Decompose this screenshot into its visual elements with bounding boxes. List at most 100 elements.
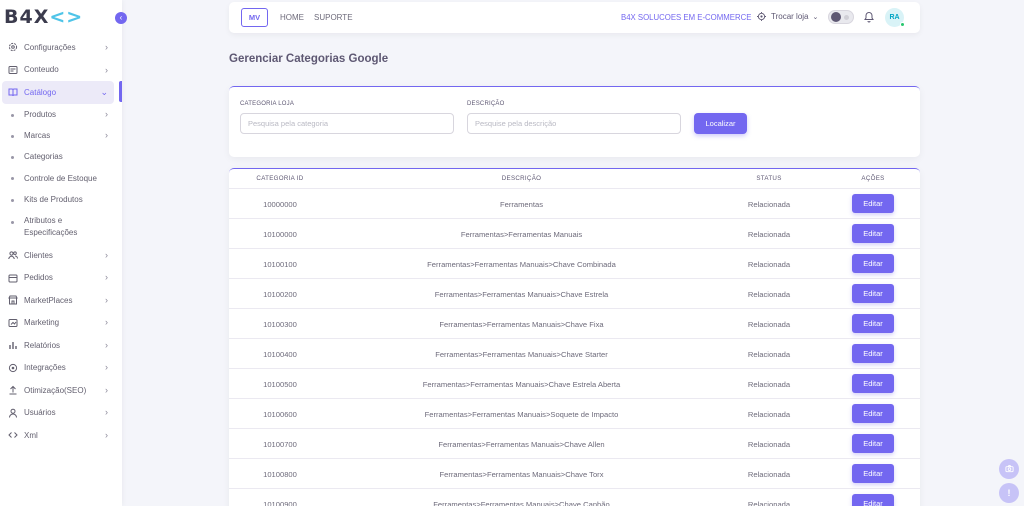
sidebar-subitem-label: Controle de Estoque	[24, 173, 97, 183]
sidebar-item-relat-rios[interactable]: Relatórios ›	[0, 334, 122, 357]
edit-button[interactable]: Editar	[852, 434, 894, 453]
gear-icon	[8, 42, 18, 52]
chevron-right-icon: ›	[105, 42, 108, 52]
edit-button[interactable]: Editar	[852, 224, 894, 243]
toggle-indicator	[844, 15, 849, 20]
sidebar-item-label: Conteudo	[24, 65, 59, 75]
sidebar: B4X<> Configurações › Conteudo › Catálogo ⌄ Pr…	[0, 0, 122, 506]
logo-text: B4X	[4, 6, 50, 28]
toggle-knob	[831, 12, 841, 22]
sidebar-menu: Configurações › Conteudo › Catálogo ⌄ Produtos…	[0, 36, 122, 446]
integration-icon	[8, 363, 18, 373]
chevron-right-icon: ›	[105, 384, 108, 395]
edit-button[interactable]: Editar	[852, 254, 894, 273]
sidebar-item-clientes[interactable]: Clientes ›	[0, 244, 122, 267]
nav-support-link[interactable]: SUPORTE	[314, 13, 353, 22]
chevron-right-icon: ›	[105, 64, 108, 75]
content-icon	[8, 65, 18, 75]
category-id-cell: 10100300	[263, 320, 297, 329]
status-cell: Relacionada	[747, 410, 791, 419]
edit-button[interactable]: Editar	[852, 404, 894, 423]
logo[interactable]: B4X<>	[4, 6, 83, 28]
switch-store-dropdown[interactable]: Trocar loja ⌄	[757, 12, 818, 21]
sidebar-item-label: Pedidos	[24, 273, 53, 283]
description-filter-label: DESCRIÇÃO	[467, 101, 505, 107]
top-navbar: MV HOME SUPORTE B4X SOLUCOES EM E-COMMER…	[229, 2, 920, 33]
theme-toggle[interactable]	[828, 10, 854, 24]
chevron-down-icon: ⌄	[812, 13, 819, 21]
sidebar-subitem[interactable]: Categorias	[0, 146, 122, 167]
sidebar-subitem-label: Marcas	[24, 130, 51, 140]
online-status-dot	[900, 22, 905, 27]
edit-button[interactable]: Editar	[852, 314, 894, 333]
sidebar-item-label: Catálogo	[24, 87, 57, 97]
description-cell: Ferramentas>Ferramentas Manuais>Chave Al…	[438, 440, 605, 449]
description-cell: Ferramentas>Ferramentas Manuais>Chave Co…	[427, 260, 616, 269]
edit-button[interactable]: Editar	[852, 344, 894, 363]
target-icon	[757, 12, 766, 21]
table-row: 10100500 Ferramentas>Ferramentas Manuais>…	[229, 369, 920, 399]
users-icon	[8, 250, 18, 260]
chevron-right-icon: ›	[105, 249, 108, 260]
sidebar-subitem[interactable]: Atributos e Especificações	[0, 210, 122, 244]
store-name: B4X SOLUCOES EM E-COMMERCE	[621, 13, 752, 22]
table-row: 10100700 Ferramentas>Ferramentas Manuais>…	[229, 429, 920, 459]
sidebar-item-xml[interactable]: Xml ›	[0, 424, 122, 447]
status-cell: Relacionada	[747, 500, 791, 506]
store-badge-button[interactable]: MV	[241, 8, 268, 27]
chevron-right-icon: ›	[105, 317, 108, 328]
edit-button[interactable]: Editar	[852, 194, 894, 213]
category-search-input[interactable]	[240, 113, 454, 134]
camera-icon	[1004, 464, 1014, 475]
sidebar-subitem[interactable]: Kits de Produtos	[0, 189, 122, 210]
sidebar-item-configura-es[interactable]: Configurações ›	[0, 36, 122, 59]
sidebar-item-conteudo[interactable]: Conteudo ›	[0, 59, 122, 82]
status-cell: Relacionada	[747, 200, 791, 209]
sidebar-item-label: Otimização(SEO)	[24, 385, 87, 395]
edit-button[interactable]: Editar	[852, 284, 894, 303]
description-search-input[interactable]	[467, 113, 681, 134]
info-button[interactable]: !	[999, 483, 1019, 503]
switch-store-label: Trocar loja	[771, 12, 809, 21]
chevron-right-icon: ›	[105, 362, 108, 373]
edit-button[interactable]: Editar	[852, 374, 894, 393]
category-id-cell: 10100100	[263, 260, 297, 269]
status-cell: Relacionada	[747, 440, 791, 449]
search-button[interactable]: Localizar	[694, 113, 747, 134]
sidebar-collapse-button[interactable]: ‹	[115, 12, 127, 24]
sidebar-item-usu-rios[interactable]: Usuários ›	[0, 401, 122, 424]
chart-icon	[8, 340, 18, 350]
category-id-cell: 10100800	[263, 470, 297, 479]
sidebar-item-marketing[interactable]: Marketing ›	[0, 311, 122, 334]
avatar[interactable]: RA	[885, 8, 905, 27]
chevron-right-icon: ›	[105, 108, 108, 119]
sidebar-item-label: Integrações	[24, 363, 66, 373]
sidebar-subitem[interactable]: Marcas ›	[0, 125, 122, 146]
code-icon	[8, 430, 18, 440]
sidebar-item-marketplaces[interactable]: MarketPlaces ›	[0, 289, 122, 312]
edit-button[interactable]: Editar	[852, 494, 894, 506]
column-header-status: STATUS	[756, 175, 782, 182]
description-cell: Ferramentas>Ferramentas Manuais>Chave Es…	[434, 290, 609, 299]
description-cell: Ferramentas>Ferramentas Manuais>Chave Ca…	[433, 500, 610, 506]
page-title: Gerenciar Categorias Google	[229, 53, 389, 65]
category-filter-label: CATEGORIA LOJA	[240, 101, 295, 107]
category-id-cell: 10000000	[263, 200, 297, 209]
description-cell: Ferramentas>Ferramentas Manuais>Chave Es…	[422, 380, 621, 389]
sidebar-item-pedidos[interactable]: Pedidos ›	[0, 266, 122, 289]
status-cell: Relacionada	[747, 470, 791, 479]
chevron-right-icon: ›	[105, 407, 108, 418]
nav-home-link[interactable]: HOME	[280, 13, 304, 22]
sidebar-item-cat-logo[interactable]: Catálogo ⌄	[2, 81, 114, 104]
description-cell: Ferramentas>Ferramentas Manuais>Chave To…	[439, 470, 604, 479]
chevron-right-icon: ›	[105, 129, 108, 140]
camera-button[interactable]	[999, 459, 1019, 479]
sidebar-subitem[interactable]: Produtos ›	[0, 104, 122, 125]
edit-button[interactable]: Editar	[852, 464, 894, 483]
bell-icon[interactable]	[863, 11, 875, 23]
sidebar-subitem[interactable]: Controle de Estoque	[0, 167, 122, 188]
info-icon: !	[1007, 488, 1011, 498]
sidebar-item-integra-es[interactable]: Integrações ›	[0, 356, 122, 379]
status-cell: Relacionada	[747, 260, 791, 269]
sidebar-item-otimiza-o-seo-[interactable]: Otimização(SEO) ›	[0, 379, 122, 402]
